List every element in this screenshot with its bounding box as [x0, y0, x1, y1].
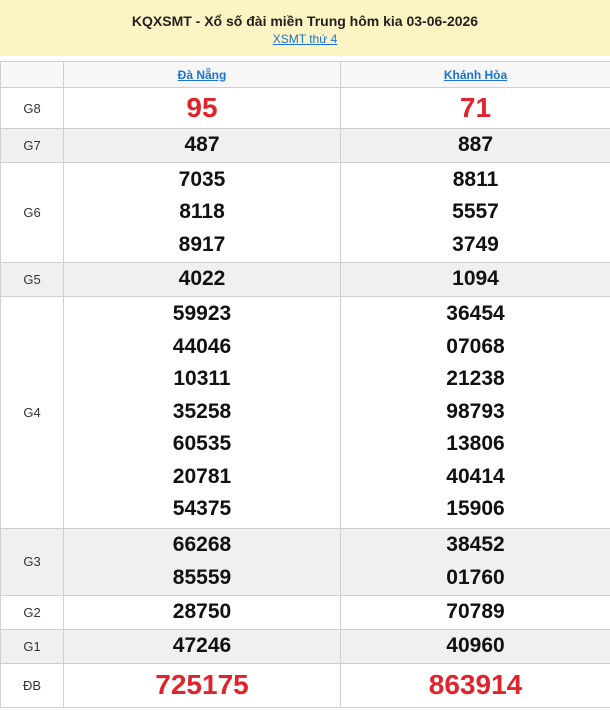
- prize-number: 887: [457, 133, 494, 157]
- prize-number: 07068: [446, 334, 505, 358]
- prize-column-header: [0, 61, 64, 88]
- province-header-da-nang: Đà Nẵng: [63, 61, 341, 88]
- prize-number: 1094: [452, 267, 499, 290]
- prize-number: 20781: [172, 464, 232, 488]
- prize-cell: 71: [340, 87, 610, 129]
- special-prize-number: 863914: [428, 669, 523, 700]
- prize-number: 47246: [172, 633, 232, 657]
- prize-number: 4022: [178, 267, 226, 290]
- results-header: KQXSMT - Xổ số đài miền Trung hôm kia 03…: [0, 0, 610, 56]
- prize-number: 71: [459, 92, 492, 123]
- province-link-da-nang[interactable]: Đà Nẵng: [178, 68, 227, 82]
- prize-number: 70789: [446, 599, 505, 623]
- prize-label: G2: [0, 594, 64, 630]
- prize-cell: 887: [340, 128, 610, 163]
- prize-number: 13806: [446, 432, 505, 456]
- prize-row-g4: G4 59923 44046 10311 35258 60535 20781 5…: [0, 295, 610, 529]
- prize-cell: 28750: [63, 594, 341, 630]
- prize-number: 10311: [173, 367, 231, 391]
- prize-cell: 863914: [340, 662, 610, 708]
- prize-cell: 95: [63, 87, 341, 129]
- prize-cell: 36454 07068 21238 98793 13806 40414 1590…: [340, 295, 610, 529]
- prize-row-g8: G8 95 71: [0, 87, 610, 129]
- prize-label: G8: [0, 87, 64, 129]
- table-header-row: Đà Nẵng Khánh Hòa: [0, 61, 610, 88]
- prize-number: 40414: [446, 464, 505, 488]
- prize-cell: 725175: [63, 662, 341, 708]
- prize-cell: 59923 44046 10311 35258 60535 20781 5437…: [63, 295, 341, 529]
- prize-label: G7: [0, 128, 64, 163]
- prize-cell: 38452 01760: [340, 527, 610, 596]
- prize-cell: 1094: [340, 262, 610, 297]
- lottery-results-table: Đà Nẵng Khánh Hòa G8 95 71 G7 487 887 G6…: [0, 61, 610, 708]
- weekday-results-link[interactable]: XSMT thứ 4: [273, 31, 338, 47]
- prize-cell: 40960: [340, 628, 610, 664]
- prize-cell: 47246: [63, 628, 341, 664]
- prize-cell: 7035 8118 8917: [63, 162, 341, 263]
- prize-cell: 66268 85559: [63, 527, 341, 596]
- prize-number: 59923: [172, 302, 232, 326]
- prize-row-g1: G1 47246 40960: [0, 628, 610, 664]
- prize-number: 15906: [446, 497, 505, 521]
- prize-number: 8118: [179, 200, 225, 224]
- prize-number: 28750: [172, 599, 232, 623]
- prize-row-g6: G6 7035 8118 8917 8811 5557 3749: [0, 162, 610, 263]
- prize-label: G5: [0, 262, 64, 297]
- prize-number: 3749: [452, 232, 499, 256]
- prize-number: 5557: [452, 200, 499, 224]
- province-header-khanh-hoa: Khánh Hòa: [340, 61, 610, 88]
- prize-label: G1: [0, 628, 64, 664]
- prize-row-g2: G2 28750 70789: [0, 594, 610, 630]
- page-title: KQXSMT - Xổ số đài miền Trung hôm kia 03…: [131, 13, 479, 29]
- province-link-khanh-hoa[interactable]: Khánh Hòa: [444, 68, 507, 82]
- prize-number: 487: [184, 133, 220, 157]
- prize-number: 8917: [178, 232, 226, 256]
- prize-row-special: ĐB 725175 863914: [0, 662, 610, 708]
- prize-number: 7035: [178, 167, 226, 191]
- prize-number: 54375: [172, 497, 232, 521]
- prize-cell: 487: [63, 128, 341, 163]
- prize-number: 95: [186, 92, 218, 123]
- prize-cell: 8811 5557 3749: [340, 162, 610, 263]
- prize-row-g5: G5 4022 1094: [0, 262, 610, 297]
- prize-number: 36454: [446, 302, 505, 326]
- prize-number: 60535: [172, 432, 232, 456]
- prize-number: 85559: [172, 565, 232, 589]
- prize-number: 44046: [172, 334, 232, 358]
- prize-number: 35258: [172, 399, 232, 423]
- prize-number: 01760: [446, 565, 505, 589]
- prize-number: 38452: [446, 533, 505, 556]
- prize-row-g3: G3 66268 85559 38452 01760: [0, 527, 610, 596]
- prize-number: 40960: [446, 633, 505, 657]
- prize-number: 8811: [452, 167, 499, 191]
- prize-row-g7: G7 487 887: [0, 128, 610, 163]
- prize-label: ĐB: [0, 662, 64, 708]
- prize-label: G6: [0, 162, 64, 263]
- special-prize-number: 725175: [155, 669, 249, 700]
- prize-label: G4: [0, 295, 64, 529]
- prize-number: 98793: [446, 399, 505, 423]
- prize-number: 66268: [172, 533, 232, 556]
- prize-cell: 4022: [63, 262, 341, 297]
- prize-number: 21238: [446, 367, 505, 391]
- prize-label: G3: [0, 527, 64, 596]
- prize-cell: 70789: [340, 594, 610, 630]
